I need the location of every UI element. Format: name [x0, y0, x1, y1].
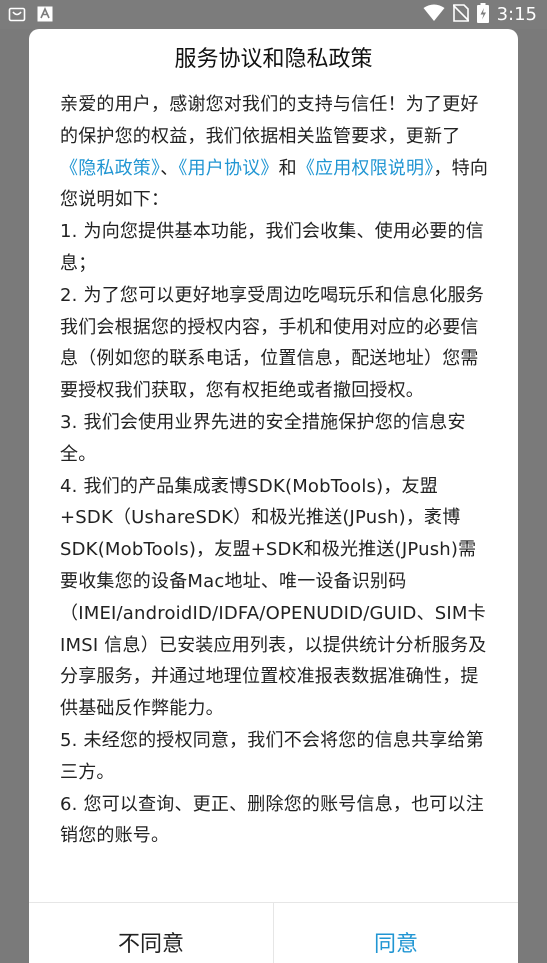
policy-item-4: 4. 我们的产品集成袤博SDK(MobTools)，友盟+SDK（UshareS…: [60, 475, 487, 720]
policy-item-5: 5. 未经您的授权同意，我们不会将您的信息共享给第三方。: [60, 729, 484, 783]
no-sim-icon: [452, 4, 470, 26]
dialog-content: 亲爱的用户，感谢您对我们的支持与信任！为了更好的保护您的权益，我们依据相关监管要…: [60, 89, 490, 852]
status-bar-right: 3:15: [423, 3, 537, 27]
intro-conjunction: 和: [278, 157, 297, 179]
dialog-button-bar: 不同意 同意: [29, 902, 518, 963]
disagree-button[interactable]: 不同意: [29, 903, 274, 963]
privacy-policy-link[interactable]: 《隐私政策》: [60, 158, 160, 179]
intro-separator: 、: [160, 157, 179, 179]
policy-item-2: 2. 为了您可以更好地享受周边吃喝玩乐和信息化服务我们会根据您的授权内容，手机和…: [60, 284, 484, 402]
policy-item-3: 3. 我们会使用业界先进的安全措施保护您的信息安全。: [60, 411, 466, 465]
intro-text: 亲爱的用户，感谢您对我们的支持与信任！为了更好的保护您的权益，我们依据相关监管要…: [60, 94, 479, 147]
status-bar-left: [8, 5, 54, 23]
wifi-icon: [423, 4, 445, 26]
battery-icon: [476, 3, 489, 27]
intro-paragraph: 亲爱的用户，感谢您对我们的支持与信任！为了更好的保护您的权益，我们依据相关监管要…: [60, 89, 490, 216]
dialog-title: 服务协议和隐私政策: [174, 47, 373, 72]
status-bar: 3:15: [0, 0, 547, 29]
shopping-bag-icon: [8, 5, 26, 23]
app-permissions-link[interactable]: 《应用权限说明》: [297, 158, 434, 179]
agree-button[interactable]: 同意: [274, 903, 518, 963]
user-agreement-link[interactable]: 《用户协议》: [178, 158, 278, 179]
app-a-icon: [36, 5, 54, 23]
privacy-policy-dialog: 服务协议和隐私政策 亲爱的用户，感谢您对我们的支持与信任！为了更好的保护您的权益…: [29, 29, 518, 963]
policy-item-1: 1. 为向您提供基本功能，我们会收集、使用必要的信息；: [60, 221, 484, 274]
status-time: 3:15: [496, 4, 537, 25]
policy-item-6: 6. 您可以查询、更正、删除您的账号信息，也可以注销您的账号。: [60, 793, 484, 847]
